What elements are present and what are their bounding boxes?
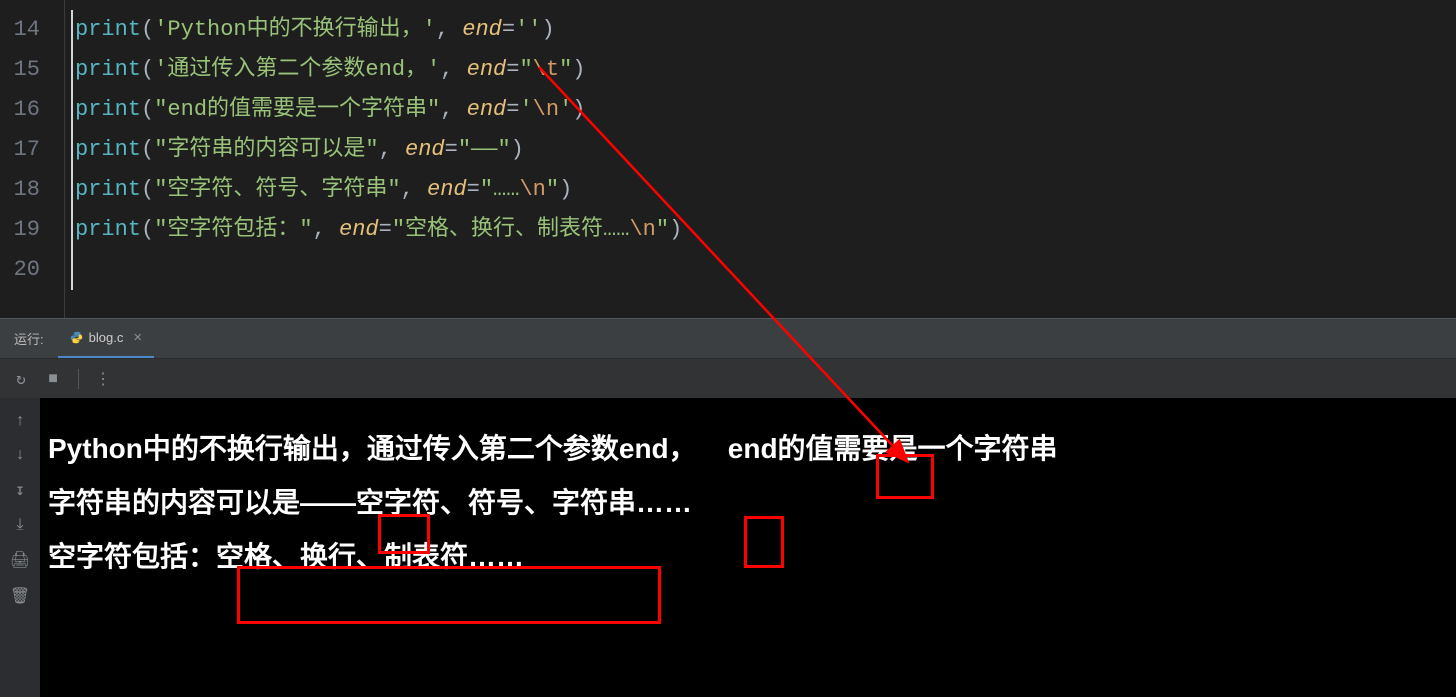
scroll-to-end-icon[interactable]: ⤓: [16, 516, 23, 534]
output-panel: ↑ ↓ ↧ ⤓ 🖨 🗑 Python中的不换行输出，通过传入第二个参数end， end的值…: [0, 398, 1456, 697]
soft-wrap-icon[interactable]: ↧: [15, 480, 25, 500]
print-icon[interactable]: 🖨: [10, 550, 30, 570]
code-line[interactable]: print("字符串的内容可以是", end="——"): [71, 130, 1456, 170]
code-line[interactable]: print("end的值需要是一个字符串", end='\n'): [71, 90, 1456, 130]
console-output[interactable]: Python中的不换行输出，通过传入第二个参数end， end的值需要是一个字符…: [40, 398, 1456, 697]
line-number: 17: [0, 130, 64, 170]
run-tab-label: blog.c: [89, 330, 124, 345]
rerun-button[interactable]: ↻: [12, 370, 30, 388]
line-number: 14: [0, 10, 64, 50]
line-number: 16: [0, 90, 64, 130]
line-number: 15: [0, 50, 64, 90]
code-area[interactable]: print('Python中的不换行输出，', end='')print('通过…: [64, 0, 1456, 318]
output-line: 空字符包括：空格、换行、制表符……: [48, 530, 1448, 584]
code-line[interactable]: print('Python中的不换行输出，', end=''): [71, 10, 1456, 50]
run-tab[interactable]: blog.c ×: [58, 319, 154, 358]
code-line[interactable]: [71, 250, 1456, 290]
output-line: 字符串的内容可以是——空字符、符号、字符串……: [48, 476, 1448, 530]
line-number: 19: [0, 210, 64, 250]
run-panel-title: 运行:: [0, 329, 58, 348]
scroll-up-icon[interactable]: ↑: [15, 412, 25, 430]
output-side-toolbar: ↑ ↓ ↧ ⤓ 🖨 🗑: [0, 398, 40, 697]
line-number: 18: [0, 170, 64, 210]
clear-icon[interactable]: 🗑: [10, 586, 30, 606]
output-line: Python中的不换行输出，通过传入第二个参数end， end的值需要是一个字符…: [48, 422, 1448, 476]
line-number: 20: [0, 250, 64, 290]
toolbar-separator: [78, 369, 79, 389]
code-line[interactable]: print("空字符、符号、字符串", end="……\n"): [71, 170, 1456, 210]
python-icon: [70, 331, 83, 344]
run-toolbar: ↻ ■ ⋮: [0, 358, 1456, 398]
stop-button[interactable]: ■: [44, 370, 62, 388]
close-icon[interactable]: ×: [133, 329, 142, 346]
scroll-down-icon[interactable]: ↓: [15, 446, 25, 464]
code-line[interactable]: print("空字符包括：", end="空格、换行、制表符……\n"): [71, 210, 1456, 250]
more-button[interactable]: ⋮: [95, 370, 113, 388]
line-number-gutter: 14151617181920: [0, 0, 64, 318]
run-panel-header: 运行: blog.c ×: [0, 318, 1456, 358]
code-editor[interactable]: 14151617181920 print('Python中的不换行输出，', e…: [0, 0, 1456, 318]
code-line[interactable]: print('通过传入第二个参数end，', end="\t"): [71, 50, 1456, 90]
